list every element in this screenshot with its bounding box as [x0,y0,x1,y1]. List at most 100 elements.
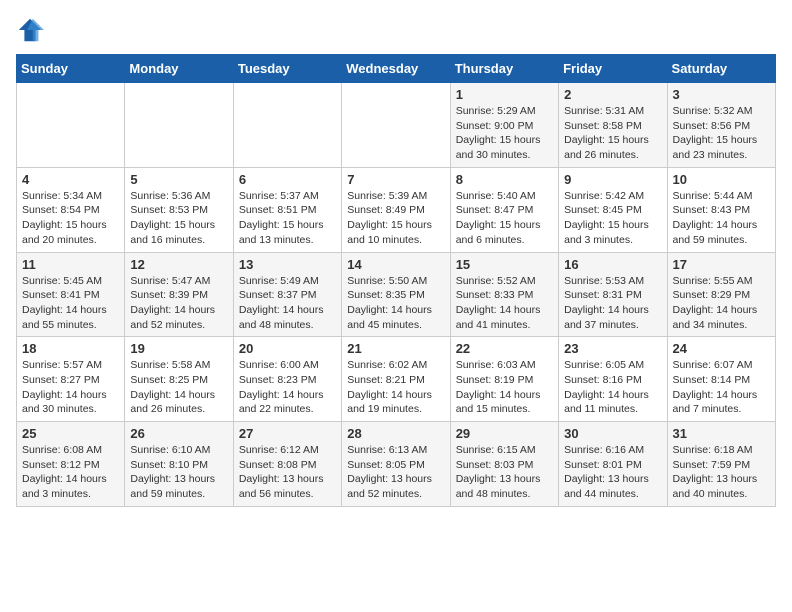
week-row-5: 25 Sunrise: 6:08 AMSunset: 8:12 PMDayligh… [17,422,776,507]
day-cell: 25 Sunrise: 6:08 AMSunset: 8:12 PMDayligh… [17,422,125,507]
day-number: 27 [239,426,336,441]
day-info: Sunrise: 6:16 AMSunset: 8:01 PMDaylight:… [564,443,661,502]
day-cell: 30Sunrise: 6:16 AMSunset: 8:01 PMDayligh… [559,422,667,507]
day-number: 11 [22,257,119,272]
day-number: 8 [456,172,553,187]
header-cell-wednesday: Wednesday [342,55,450,83]
day-cell: 7 Sunrise: 5:39 AMSunset: 8:49 PMDaylight… [342,167,450,252]
day-info: Sunrise: 5:37 AMSunset: 8:51 PMDaylight:… [239,189,336,248]
day-number: 16 [564,257,661,272]
day-cell [233,83,341,168]
header-cell-tuesday: Tuesday [233,55,341,83]
day-info: Sunrise: 5:52 AMSunset: 8:33 PMDaylight:… [456,274,553,333]
day-number: 25 [22,426,119,441]
day-number: 12 [130,257,227,272]
day-info: Sunrise: 5:40 AMSunset: 8:47 PMDaylight:… [456,189,553,248]
day-number: 18 [22,341,119,356]
day-number: 1 [456,87,553,102]
day-number: 24 [673,341,770,356]
day-number: 31 [673,426,770,441]
day-number: 9 [564,172,661,187]
day-number: 10 [673,172,770,187]
day-number: 7 [347,172,444,187]
week-row-3: 11 Sunrise: 5:45 AMSunset: 8:41 PMDayligh… [17,252,776,337]
day-info: Sunrise: 6:07 AMSunset: 8:14 PMDaylight:… [673,358,770,417]
day-cell [125,83,233,168]
day-cell: 29Sunrise: 6:15 AMSunset: 8:03 PMDayligh… [450,422,558,507]
day-cell: 13 Sunrise: 5:49 AMSunset: 8:37 PMDayligh… [233,252,341,337]
logo-icon [16,16,44,44]
day-info: Sunrise: 5:53 AMSunset: 8:31 PMDaylight:… [564,274,661,333]
day-number: 5 [130,172,227,187]
day-cell: 4Sunrise: 5:34 AMSunset: 8:54 PMDaylight… [17,167,125,252]
day-info: Sunrise: 6:18 AMSunset: 7:59 PMDaylight:… [673,443,770,502]
day-info: Sunrise: 5:32 AMSunset: 8:56 PMDaylight:… [673,104,770,163]
day-number: 28 [347,426,444,441]
day-cell: 18 Sunrise: 5:57 AMSunset: 8:27 PMDayligh… [17,337,125,422]
day-cell: 10 Sunrise: 5:44 AMSunset: 8:43 PMDayligh… [667,167,775,252]
day-cell: 22 Sunrise: 6:03 AMSunset: 8:19 PMDayligh… [450,337,558,422]
day-cell: 23 Sunrise: 6:05 AMSunset: 8:16 PMDayligh… [559,337,667,422]
day-info: Sunrise: 5:47 AMSunset: 8:39 PMDaylight:… [130,274,227,333]
day-cell: 24 Sunrise: 6:07 AMSunset: 8:14 PMDayligh… [667,337,775,422]
day-number: 23 [564,341,661,356]
day-number: 14 [347,257,444,272]
header [16,16,776,44]
day-info: Sunrise: 5:39 AMSunset: 8:49 PMDaylight:… [347,189,444,248]
day-info: Sunrise: 6:15 AMSunset: 8:03 PMDaylight:… [456,443,553,502]
day-info: Sunrise: 5:44 AMSunset: 8:43 PMDaylight:… [673,189,770,248]
day-info: Sunrise: 5:29 AMSunset: 9:00 PMDaylight:… [456,104,553,163]
week-row-4: 18 Sunrise: 5:57 AMSunset: 8:27 PMDayligh… [17,337,776,422]
day-number: 13 [239,257,336,272]
day-info: Sunrise: 6:02 AMSunset: 8:21 PMDaylight:… [347,358,444,417]
day-cell: 9 Sunrise: 5:42 AMSunset: 8:45 PMDaylight… [559,167,667,252]
day-info: Sunrise: 5:49 AMSunset: 8:37 PMDaylight:… [239,274,336,333]
day-cell: 8 Sunrise: 5:40 AMSunset: 8:47 PMDaylight… [450,167,558,252]
day-info: Sunrise: 6:00 AMSunset: 8:23 PMDaylight:… [239,358,336,417]
header-cell-monday: Monday [125,55,233,83]
day-cell: 6 Sunrise: 5:37 AMSunset: 8:51 PMDaylight… [233,167,341,252]
day-info: Sunrise: 5:36 AMSunset: 8:53 PMDaylight:… [130,189,227,248]
day-cell: 12 Sunrise: 5:47 AMSunset: 8:39 PMDayligh… [125,252,233,337]
day-number: 15 [456,257,553,272]
logo [16,16,48,44]
day-cell: 20 Sunrise: 6:00 AMSunset: 8:23 PMDayligh… [233,337,341,422]
day-info: Sunrise: 5:50 AMSunset: 8:35 PMDaylight:… [347,274,444,333]
day-number: 2 [564,87,661,102]
day-cell: 5 Sunrise: 5:36 AMSunset: 8:53 PMDaylight… [125,167,233,252]
day-cell: 16 Sunrise: 5:53 AMSunset: 8:31 PMDayligh… [559,252,667,337]
day-info: Sunrise: 5:34 AMSunset: 8:54 PMDaylight:… [22,189,119,248]
day-info: Sunrise: 5:57 AMSunset: 8:27 PMDaylight:… [22,358,119,417]
day-number: 21 [347,341,444,356]
day-info: Sunrise: 6:10 AMSunset: 8:10 PMDaylight:… [130,443,227,502]
week-row-2: 4Sunrise: 5:34 AMSunset: 8:54 PMDaylight… [17,167,776,252]
day-info: Sunrise: 5:55 AMSunset: 8:29 PMDaylight:… [673,274,770,333]
day-info: Sunrise: 5:45 AMSunset: 8:41 PMDaylight:… [22,274,119,333]
header-cell-sunday: Sunday [17,55,125,83]
day-number: 26 [130,426,227,441]
day-info: Sunrise: 6:08 AMSunset: 8:12 PMDaylight:… [22,443,119,502]
day-cell: 15 Sunrise: 5:52 AMSunset: 8:33 PMDayligh… [450,252,558,337]
day-cell: 1 Sunrise: 5:29 AMSunset: 9:00 PMDaylight… [450,83,558,168]
day-cell: 14 Sunrise: 5:50 AMSunset: 8:35 PMDayligh… [342,252,450,337]
day-cell: 26 Sunrise: 6:10 AMSunset: 8:10 PMDayligh… [125,422,233,507]
day-info: Sunrise: 5:58 AMSunset: 8:25 PMDaylight:… [130,358,227,417]
day-number: 17 [673,257,770,272]
day-cell: 27 Sunrise: 6:12 AMSunset: 8:08 PMDayligh… [233,422,341,507]
header-cell-thursday: Thursday [450,55,558,83]
day-number: 22 [456,341,553,356]
day-cell: 2Sunrise: 5:31 AMSunset: 8:58 PMDaylight… [559,83,667,168]
day-info: Sunrise: 5:42 AMSunset: 8:45 PMDaylight:… [564,189,661,248]
day-info: Sunrise: 6:05 AMSunset: 8:16 PMDaylight:… [564,358,661,417]
header-row: SundayMondayTuesdayWednesdayThursdayFrid… [17,55,776,83]
day-number: 6 [239,172,336,187]
header-cell-saturday: Saturday [667,55,775,83]
calendar-table: SundayMondayTuesdayWednesdayThursdayFrid… [16,54,776,507]
day-info: Sunrise: 6:12 AMSunset: 8:08 PMDaylight:… [239,443,336,502]
day-cell: 11 Sunrise: 5:45 AMSunset: 8:41 PMDayligh… [17,252,125,337]
day-info: Sunrise: 6:03 AMSunset: 8:19 PMDaylight:… [456,358,553,417]
header-cell-friday: Friday [559,55,667,83]
day-number: 20 [239,341,336,356]
day-cell: 31 Sunrise: 6:18 AMSunset: 7:59 PMDayligh… [667,422,775,507]
day-cell [342,83,450,168]
